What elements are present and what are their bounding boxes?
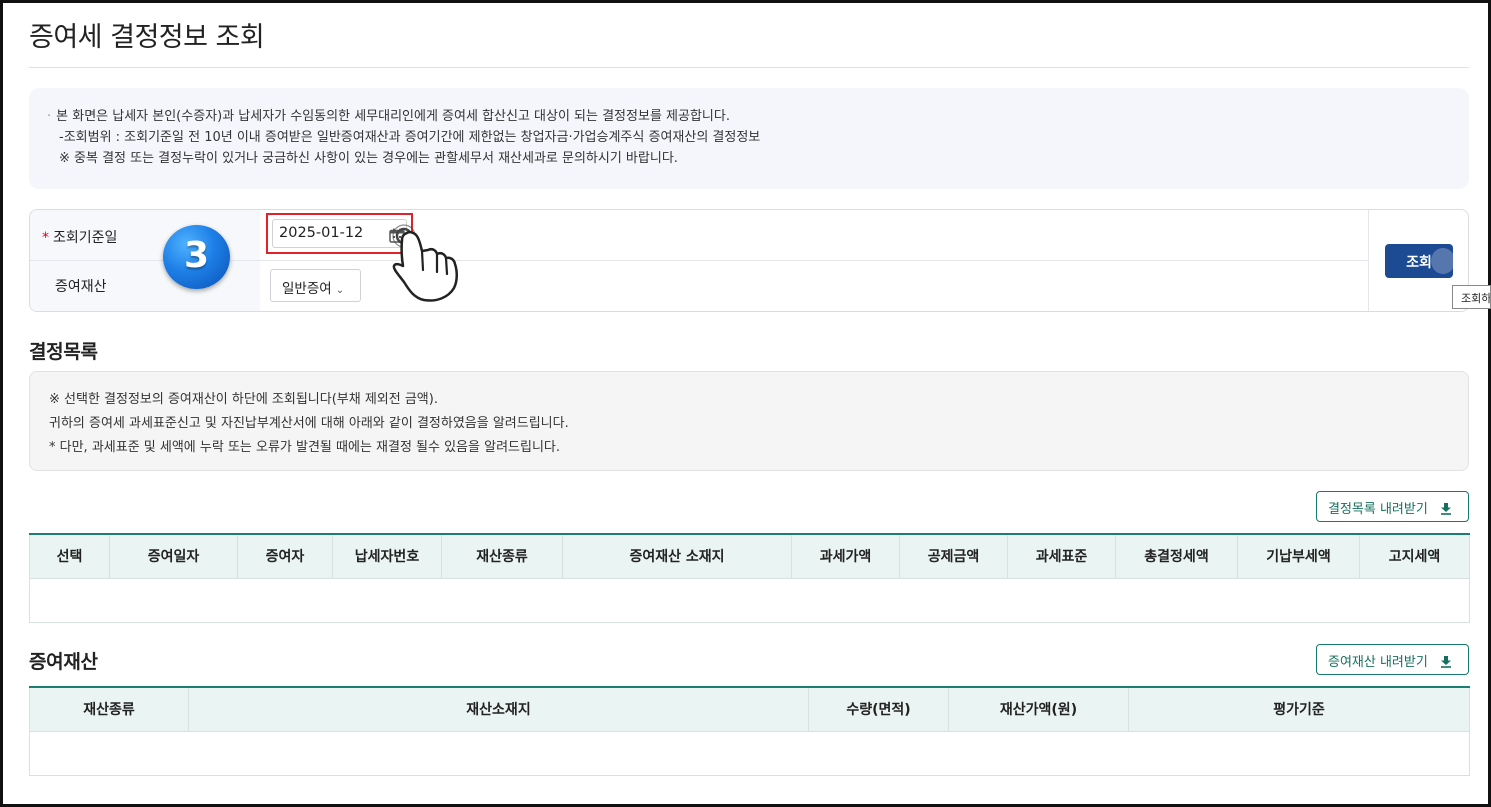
info-line: * 다만, 과세표준 및 세액에 누락 또는 오류가 발견될 때에는 재결정 될… xyxy=(49,440,561,455)
notice-line: ※ 중복 결정 또는 결정누락이 있거나 궁금하신 사항이 있는 경우에는 관할… xyxy=(59,151,678,166)
column-header: 납세자번호 xyxy=(332,533,442,579)
click-ripple xyxy=(1431,248,1455,274)
empty-table-row xyxy=(29,730,1470,776)
decision-download-button[interactable]: 결정목록 내려받기 xyxy=(1316,491,1469,522)
column-header: 재산종류 xyxy=(441,533,563,579)
column-header: 재산소재지 xyxy=(188,686,809,732)
column-header: 재산가액(원) xyxy=(948,686,1129,732)
assets-download-button[interactable]: 증여재산 내려받기 xyxy=(1316,644,1469,675)
notice-box: · 본 화면은 납세자 본인(수증자)과 납세자가 수임동의한 세무대리인에게 증… xyxy=(29,88,1469,189)
column-header: 증여자 xyxy=(237,533,333,579)
column-header: 재산종류 xyxy=(29,686,189,732)
column-header: 수량(면적) xyxy=(808,686,949,732)
column-header: 고지세액 xyxy=(1359,533,1470,579)
gift-assets-title: 증여재산 xyxy=(29,651,98,673)
date-input[interactable]: 2025-01-12 xyxy=(272,219,407,248)
decision-table: 선택 증여일자 증여자 납세자번호 재산종류 증여재산 소재지 과세가액 공제금… xyxy=(29,533,1470,623)
column-header: 평가기준 xyxy=(1128,686,1470,732)
download-icon xyxy=(1440,503,1451,515)
decision-list-title: 결정목록 xyxy=(29,341,98,363)
assets-table: 재산종류 재산소재지 수량(면적) 재산가액(원) 평가기준 xyxy=(29,686,1470,776)
notice-line: -조회범위 : 조회기준일 전 10년 이내 증여받은 일반증여재산과 증여기간… xyxy=(59,130,761,145)
column-header: 공제금액 xyxy=(899,533,1008,579)
search-form: * 조회기준일 증여재산 2025-01-12 일반증여 ⌄ 조회 xyxy=(29,209,1469,312)
asset-select[interactable]: 일반증여 ⌄ xyxy=(270,269,361,302)
notice-line: · 본 화면은 납세자 본인(수증자)과 납세자가 수임동의한 세무대리인에게 증… xyxy=(47,109,730,124)
column-header: 기납부세액 xyxy=(1237,533,1360,579)
empty-table-row xyxy=(29,577,1470,623)
page-title: 증여세 결정정보 조회 xyxy=(29,22,265,53)
column-header: 증여재산 소재지 xyxy=(562,533,792,579)
decision-info-box: ※ 선택한 결정정보의 증여재산이 하단에 조회됩니다(부채 제외전 금액). … xyxy=(29,371,1469,471)
chevron-down-icon: ⌄ xyxy=(335,285,345,296)
column-header: 과세표준 xyxy=(1007,533,1116,579)
query-tooltip: 조회하 xyxy=(1452,285,1491,309)
decision-table-header: 선택 증여일자 증여자 납세자번호 재산종류 증여재산 소재지 과세가액 공제금… xyxy=(29,533,1470,579)
column-header: 증여일자 xyxy=(109,533,238,579)
column-header: 과세가액 xyxy=(791,533,900,579)
step-badge: 3 xyxy=(163,225,230,289)
date-label: * 조회기준일 xyxy=(42,230,118,246)
title-divider xyxy=(29,67,1469,68)
info-line: ※ 선택한 결정정보의 증여재산이 하단에 조회됩니다(부채 제외전 금액). xyxy=(49,392,438,407)
asset-label: 증여재산 xyxy=(55,279,107,295)
pointer-hand-icon xyxy=(392,224,458,302)
info-line: 귀하의 증여세 과세표준신고 및 자진납부계산서에 대해 아래와 같이 결정하였… xyxy=(49,416,569,431)
column-header: 총결정세액 xyxy=(1115,533,1238,579)
column-header: 선택 xyxy=(29,533,110,579)
query-button[interactable]: 조회 xyxy=(1385,244,1455,278)
download-icon xyxy=(1440,656,1451,668)
assets-table-header: 재산종류 재산소재지 수량(면적) 재산가액(원) 평가기준 xyxy=(29,686,1470,732)
